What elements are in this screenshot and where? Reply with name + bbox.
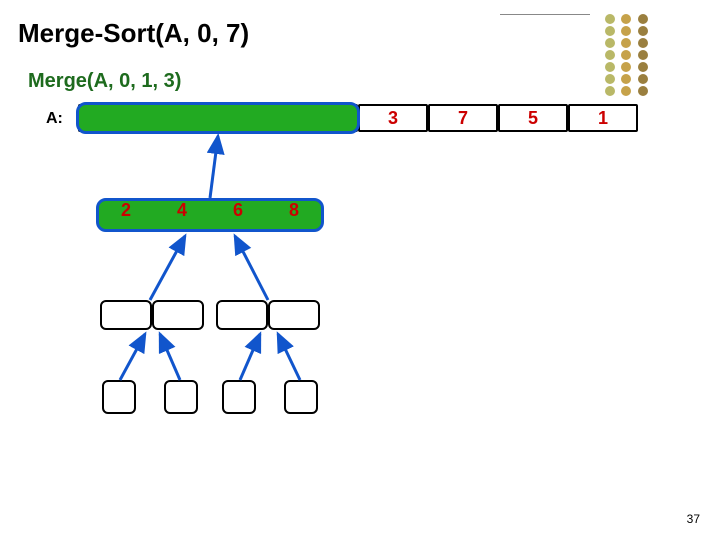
leaf-cell	[284, 380, 318, 414]
subtitle: Merge(A, 0, 1, 3)	[28, 70, 181, 93]
highlight-bar	[76, 102, 360, 134]
leaf-cell	[102, 380, 136, 414]
empty-cell	[100, 300, 152, 330]
array-cell: 3	[358, 104, 428, 132]
leaf-cell	[164, 380, 198, 414]
decorative-dots	[605, 14, 650, 98]
empty-cell	[268, 300, 320, 330]
array-cell: 7	[428, 104, 498, 132]
empty-cell	[216, 300, 268, 330]
page-title: Merge-Sort(A, 0, 7)	[18, 18, 249, 49]
slide-number: 37	[687, 512, 700, 526]
leaf-cell	[222, 380, 256, 414]
header-rule	[500, 14, 590, 15]
array-cell: 5	[498, 104, 568, 132]
highlight-bar	[96, 198, 324, 232]
array-cell: 1	[568, 104, 638, 132]
empty-cell	[152, 300, 204, 330]
array-label: A:	[46, 110, 63, 128]
